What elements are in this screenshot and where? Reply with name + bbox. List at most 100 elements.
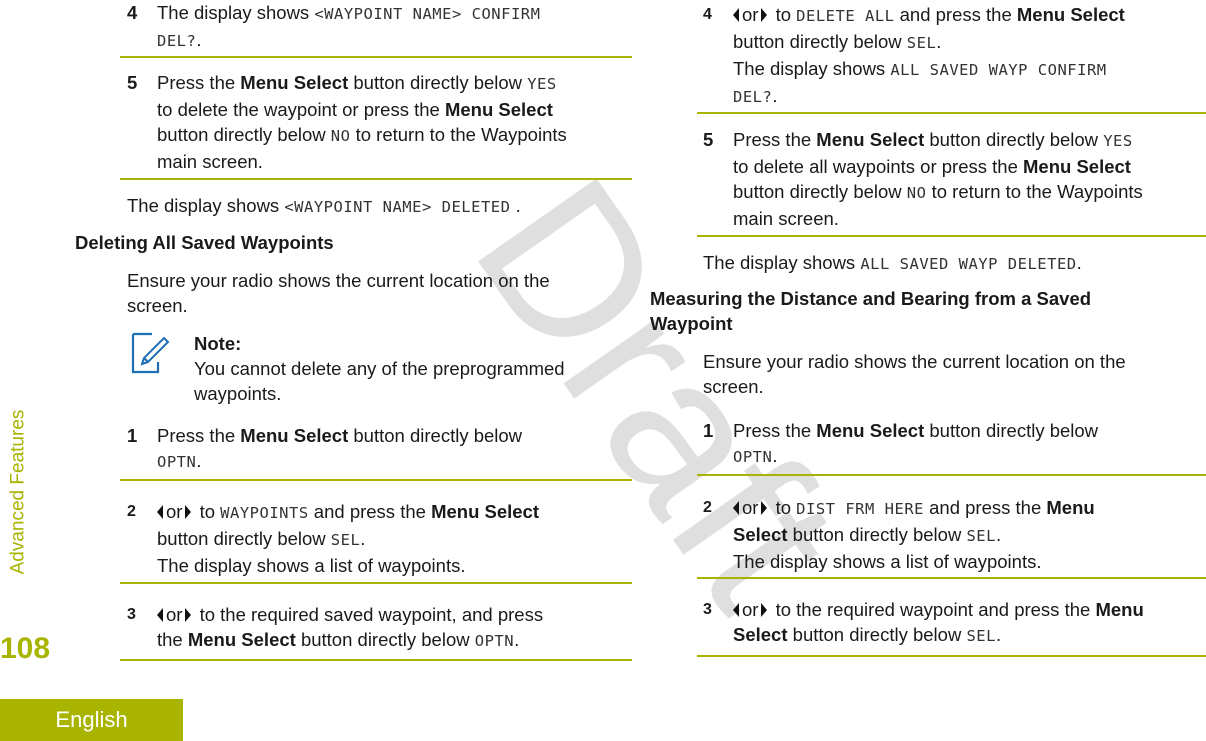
left-step-2: 2 or to WAYPOINTS and press the Menu Sel…: [127, 499, 617, 578]
section-side-label-text: Advanced Features: [7, 409, 29, 575]
button-name: Menu Select: [240, 425, 349, 446]
right-step-3: 3 or to the required waypoint and press …: [703, 597, 1206, 649]
text: and press the: [924, 497, 1047, 518]
step-text: or to the required waypoint and press th…: [733, 597, 1206, 649]
text: Press the: [733, 129, 817, 150]
text: Press the: [733, 420, 817, 441]
step-number: 2: [127, 503, 136, 520]
display-code: DEL?: [733, 88, 773, 106]
step-text: The display shows <WAYPOINT NAME> CONFIR…: [157, 0, 607, 54]
step-number: 5: [127, 72, 138, 93]
button-name: Menu Select: [187, 629, 296, 650]
text: Ensure your radio shows the current loca…: [703, 351, 1126, 372]
left-arrow-icon: [157, 505, 163, 519]
left-step-4: 4 The display shows <WAYPOINT NAME> CONF…: [127, 0, 607, 54]
text: to the required waypoint and press the: [770, 599, 1096, 620]
left-result-text: The display shows <WAYPOINT NAME> DELETE…: [127, 193, 521, 220]
text: to delete the waypoint or press the: [157, 99, 445, 120]
text: or: [742, 497, 759, 518]
button-name: Menu Select: [431, 501, 540, 522]
text: to: [770, 497, 797, 518]
text: .: [360, 528, 366, 549]
text: screen.: [703, 376, 764, 397]
text: button directly below: [924, 420, 1099, 441]
display-code: OPTN: [733, 448, 773, 466]
text: to delete all waypoints or press the: [733, 156, 1023, 177]
text: .: [936, 31, 942, 52]
display-code: SEL: [906, 34, 937, 52]
right-step-2: 2 or to DIST FRM HERE and press the Menu…: [703, 495, 1203, 574]
step-divider: [697, 112, 1206, 114]
text: The display shows a list of waypoints.: [157, 555, 466, 576]
step-number: 4: [127, 2, 138, 23]
text: to the required saved waypoint, and pres…: [194, 604, 544, 625]
button-name: Select: [733, 624, 788, 645]
step-divider: [120, 582, 632, 584]
display-code: DELETE ALL: [796, 7, 895, 25]
text: .: [995, 524, 1002, 545]
text: The display shows a list of waypoints.: [733, 551, 1042, 572]
text: button directly below: [924, 129, 1104, 150]
display-code: NO: [906, 184, 927, 202]
text: button directly below: [733, 181, 907, 202]
button-name: Menu Select: [1016, 4, 1125, 25]
display-code: OPTN: [157, 453, 197, 471]
text: .: [196, 29, 202, 50]
right-step-1: 1 Press the Menu Select button directly …: [703, 418, 1183, 470]
text: Press the: [157, 72, 241, 93]
display-code: OPTN: [474, 632, 515, 650]
step-text: Press the Menu Select button directly be…: [733, 418, 1183, 470]
display-code: <WAYPOINT NAME> CONFIRM: [314, 5, 541, 23]
text: Ensure your radio shows the current loca…: [127, 270, 550, 291]
text: or: [166, 501, 183, 522]
button-name: Menu Select: [444, 99, 553, 120]
text: Press the: [157, 425, 241, 446]
button-name: Menu: [1046, 497, 1095, 518]
display-code: DEL?: [157, 32, 197, 50]
right-arrow-icon: [761, 501, 768, 515]
text: the: [157, 629, 188, 650]
step-number: 5: [703, 129, 714, 150]
display-code: <WAYPOINT NAME> DELETED: [284, 198, 511, 216]
text: .: [772, 85, 778, 106]
section-heading-delete-all: Deleting All Saved Waypoints: [75, 232, 334, 253]
right-step-4: 4 or to DELETE ALL and press the Menu Se…: [703, 2, 1203, 110]
left-arrow-icon: [733, 8, 739, 22]
step-divider: [120, 56, 632, 58]
note-pencil-icon: [131, 332, 170, 374]
text: or: [166, 604, 183, 625]
text: or: [742, 4, 759, 25]
step-number: 3: [127, 606, 136, 623]
step-number: 2: [703, 499, 712, 516]
button-name: Menu Select: [816, 420, 925, 441]
text: button directly below: [295, 629, 475, 650]
step-text: or to DIST FRM HERE and press the Menu S…: [733, 495, 1203, 574]
step-number: 1: [127, 425, 138, 446]
text: .: [772, 445, 778, 466]
right-arrow-icon: [761, 8, 768, 22]
text: to: [194, 501, 221, 522]
step-divider: [697, 577, 1206, 579]
button-name: Select: [733, 524, 788, 545]
text: to: [770, 4, 797, 25]
left-arrow-icon: [157, 608, 163, 622]
button-name: Menu Select: [816, 129, 925, 150]
display-code: SEL: [330, 531, 361, 549]
text: main screen.: [733, 208, 839, 229]
display-code: SEL: [966, 527, 996, 545]
language-tab: English: [0, 699, 183, 741]
step-divider: [697, 655, 1206, 657]
display-code: NO: [330, 127, 351, 145]
left-arrow-icon: [733, 501, 739, 515]
right-intro: Ensure your radio shows the current loca…: [703, 349, 1126, 399]
text: button directly below: [348, 72, 528, 93]
display-code: SEL: [966, 627, 996, 645]
text: .: [510, 195, 521, 216]
text: main screen.: [157, 151, 263, 172]
heading-line: Waypoint: [650, 313, 733, 334]
step-divider: [120, 479, 632, 481]
section-heading-measuring: Measuring the Distance and Bearing from …: [650, 286, 1091, 336]
heading-line: Measuring the Distance and Bearing from …: [650, 288, 1092, 309]
text: or: [742, 599, 759, 620]
text: .: [514, 629, 520, 650]
